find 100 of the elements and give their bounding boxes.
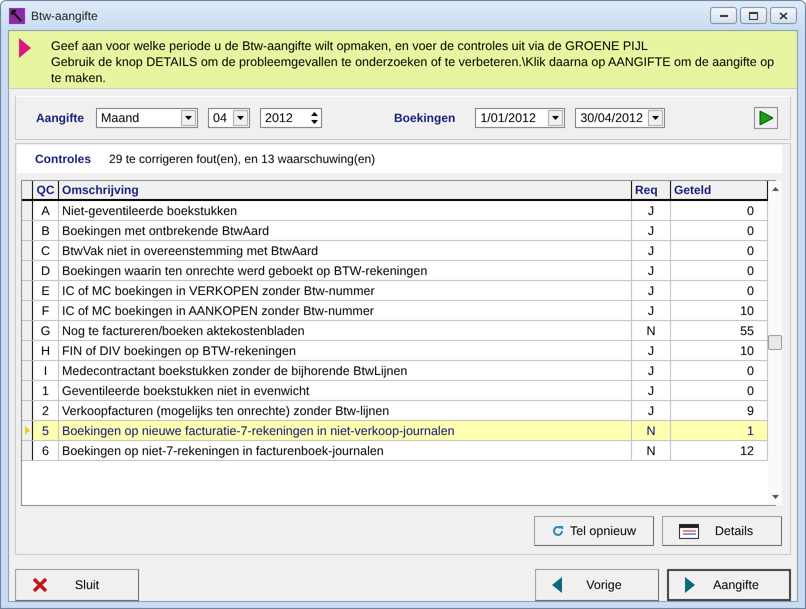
row-selector-cell[interactable] bbox=[22, 361, 33, 380]
table-cell: 1 bbox=[33, 381, 59, 400]
controles-label: Controles bbox=[35, 152, 92, 166]
table-cell: Boekingen op niet-7-rekeningen in facturenboek-journalen bbox=[59, 441, 632, 460]
row-selector-cell[interactable] bbox=[22, 301, 33, 320]
close-button[interactable]: Sluit bbox=[15, 569, 139, 601]
minimize-button[interactable] bbox=[710, 7, 737, 24]
boekingen-label: Boekingen bbox=[394, 111, 456, 125]
cross-icon bbox=[32, 577, 48, 593]
table-cell: Nog te factureren/boeken aktekostenbladen bbox=[59, 321, 632, 340]
table-row[interactable]: 1 Geventileerde boekstukken niet in evenwicht J 0 bbox=[22, 381, 768, 401]
table-row[interactable]: B Boekingen met ontbrekende BtwAard J 0 bbox=[22, 221, 768, 241]
table-cell: Niet-geventileerde boekstukken bbox=[59, 201, 632, 220]
table-cell: IC of MC boekingen in AANKOPEN zonder Btw-nummer bbox=[59, 301, 632, 320]
table-cell: B bbox=[33, 221, 59, 240]
row-selector-cell[interactable] bbox=[22, 321, 33, 340]
table-row[interactable]: D Boekingen waarin ten onrechte werd geboekt op BTW-rekeningen J 0 bbox=[22, 261, 768, 281]
table-cell: J bbox=[632, 341, 671, 360]
triangle-icon bbox=[19, 38, 31, 58]
dropdown-arrow-icon bbox=[552, 116, 560, 120]
column-header[interactable]: QC bbox=[33, 181, 59, 199]
scroll-up-icon bbox=[772, 187, 778, 191]
instruction-text: Gebruik de knop DETAILS om de probleemgevallen te onderzoeken of te verbeteren.\Klik daarna op AANGIFTE om de aangifte op te maken. bbox=[51, 54, 776, 86]
column-header[interactable]: Req bbox=[632, 181, 671, 199]
table-cell: Boekingen op nieuwe facturatie-7-rekeningen in niet-verkoop-journalen bbox=[59, 421, 632, 440]
window-icon bbox=[679, 524, 699, 538]
table-cell: N bbox=[632, 421, 671, 440]
table-row[interactable]: H FIN of DIV boekingen op BTW-rekeningen J 10 bbox=[22, 341, 768, 361]
scroll-thumb[interactable] bbox=[768, 335, 782, 350]
summary-text: 29 te corrigeren fout(en), en 13 waarschuwing(en) bbox=[109, 152, 376, 166]
table-cell: FIN of DIV boekingen op BTW-rekeningen bbox=[59, 341, 632, 360]
refresh-icon bbox=[551, 524, 565, 538]
table-row[interactable]: F IC of MC boekingen in AANKOPEN zonder Btw-nummer J 10 bbox=[22, 301, 768, 321]
table-cell: J bbox=[632, 361, 671, 380]
close-button[interactable] bbox=[770, 7, 797, 24]
table-row[interactable]: G Nog te factureren/boeken aktekostenbladen N 55 bbox=[22, 321, 768, 341]
play-icon bbox=[759, 111, 773, 125]
period-type-dropdown[interactable]: Maand bbox=[96, 108, 198, 128]
table-cell: Boekingen waarin ten onrechte werd geboekt op BTW-rekeningen bbox=[59, 261, 632, 280]
row-selector-cell[interactable] bbox=[22, 221, 33, 240]
column-header[interactable]: Omschrijving bbox=[59, 181, 632, 199]
row-selector-cell[interactable] bbox=[22, 401, 33, 420]
date-to-dropdown[interactable]: 30/04/2012 bbox=[575, 108, 666, 128]
row-selector-cell[interactable] bbox=[22, 281, 33, 300]
spin-arrows-icon bbox=[310, 111, 318, 125]
table-cell: J bbox=[632, 381, 671, 400]
table-cell: Geventileerde boekstukken niet in evenwicht bbox=[59, 381, 632, 400]
scroll-down-icon bbox=[772, 495, 778, 499]
table-row[interactable]: 6 Boekingen op niet-7-rekeningen in facturenboek-journalen N 12 bbox=[22, 441, 768, 461]
table-cell: F bbox=[33, 301, 59, 320]
table-row[interactable]: 5 Boekingen op nieuwe facturatie-7-rekeningen in niet-verkoop-journalen N 1 bbox=[22, 421, 768, 441]
table-cell: H bbox=[33, 341, 59, 360]
table-cell: C bbox=[33, 241, 59, 260]
table-cell: J bbox=[632, 221, 671, 240]
row-pointer-icon bbox=[24, 426, 30, 435]
close-icon bbox=[779, 12, 788, 20]
row-selector-cell[interactable] bbox=[22, 241, 33, 260]
row-selector-cell[interactable] bbox=[22, 261, 33, 280]
row-selector-cell[interactable] bbox=[22, 341, 33, 360]
row-selector-cell[interactable] bbox=[22, 201, 33, 220]
table-row[interactable]: I Medecontractant boekstukken zonder de bijhorende BtwLijnen J 0 bbox=[22, 361, 768, 381]
table-cell: Medecontractant boekstukken zonder de bijhorende BtwLijnen bbox=[59, 361, 632, 380]
table-cell: J bbox=[632, 261, 671, 280]
row-selector-cell[interactable] bbox=[22, 441, 33, 460]
back-button[interactable]: Vorige bbox=[535, 569, 659, 601]
run-button[interactable] bbox=[754, 107, 778, 129]
table-cell: J bbox=[632, 201, 671, 220]
date-from-dropdown[interactable]: 1/01/2012 bbox=[475, 108, 566, 128]
minimize-icon bbox=[720, 14, 728, 17]
table-row[interactable]: C BtwVak niet in overeenstemming met BtwAard J 0 bbox=[22, 241, 768, 261]
table-cell: N bbox=[632, 321, 671, 340]
table-cell: I bbox=[33, 361, 59, 380]
year-spinner[interactable]: 2012 bbox=[260, 108, 322, 128]
table-cell: D bbox=[33, 261, 59, 280]
table-cell: A bbox=[33, 201, 59, 220]
table-cell: 5 bbox=[33, 421, 59, 440]
table-cell: G bbox=[33, 321, 59, 340]
month-dropdown[interactable]: 04 bbox=[208, 108, 250, 128]
dropdown-arrow-icon bbox=[185, 116, 192, 120]
table-cell: J bbox=[632, 301, 671, 320]
maximize-button[interactable] bbox=[740, 7, 767, 24]
table-cell: Verkoopfacturen (mogelijks ten onrechte) zonder Btw-lijnen bbox=[59, 401, 632, 420]
dropdown-arrow-icon bbox=[237, 116, 244, 120]
table-cell: J bbox=[632, 401, 671, 420]
table-row[interactable]: A Niet-geventileerde boekstukken J 0 bbox=[22, 201, 768, 221]
row-selector-cell[interactable] bbox=[22, 421, 33, 440]
details-button[interactable]: Details bbox=[662, 516, 782, 546]
instruction-text: Geef aan voor welke periode u de Btw-aangifte wilt opmaken, en voer de controles uit via de GROENE PIJL bbox=[51, 38, 649, 54]
app-icon bbox=[9, 8, 25, 24]
next-button[interactable]: Aangifte bbox=[667, 569, 791, 601]
table-cell: BtwVak niet in overeenstemming met BtwAard bbox=[59, 241, 632, 260]
table-row[interactable]: E IC of MC boekingen in VERKOPEN zonder Btw-nummer J 0 bbox=[22, 281, 768, 301]
window-title: Btw-aangifte bbox=[31, 8, 98, 22]
table-cell: N bbox=[632, 441, 671, 460]
scrollbar[interactable] bbox=[768, 181, 782, 505]
right-triangle-icon bbox=[685, 577, 695, 593]
row-selector-cell[interactable] bbox=[22, 381, 33, 400]
table-cell: 6 bbox=[33, 441, 59, 460]
recount-button[interactable]: Tel opnieuw bbox=[534, 516, 654, 546]
table-cell: J bbox=[632, 281, 671, 300]
